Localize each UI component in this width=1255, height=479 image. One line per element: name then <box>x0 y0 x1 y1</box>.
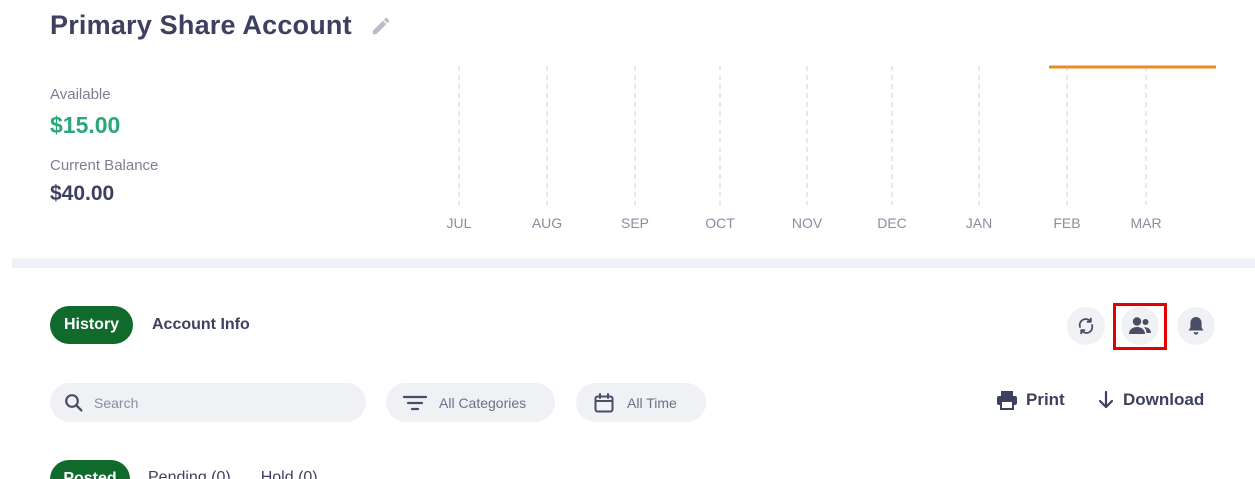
time-filter-label: All Time <box>627 394 677 411</box>
download-label: Download <box>1123 390 1205 409</box>
calendar-icon <box>594 392 614 413</box>
alerts-button[interactable] <box>1177 307 1215 345</box>
arrow-down-icon <box>1097 390 1115 410</box>
filter-icon <box>403 394 427 412</box>
chart-x-tick-label: NOV <box>792 215 823 231</box>
transaction-status-tabs: Posted Pending (0) Hold (0) <box>50 460 318 479</box>
search-icon <box>64 393 84 413</box>
transfer-arrows-icon <box>1074 314 1098 338</box>
transfer-button[interactable] <box>1067 307 1105 345</box>
tab-posted[interactable]: Posted <box>50 460 130 479</box>
tab-history[interactable]: History <box>50 306 133 344</box>
category-filter[interactable]: All Categories <box>386 383 555 422</box>
bell-icon <box>1186 315 1206 337</box>
chart-x-tick-label: SEP <box>621 215 649 231</box>
tab-account-info[interactable]: Account Info <box>152 316 250 334</box>
search-box[interactable]: Search <box>50 383 366 422</box>
chart-x-tick-label: DEC <box>877 215 907 231</box>
balance-chart: JUL AUG SEP OCT NOV DEC JAN FEB MAR <box>447 65 1216 231</box>
print-button[interactable]: Print <box>996 390 1065 410</box>
category-filter-label: All Categories <box>439 394 527 411</box>
chart-x-tick-label: MAR <box>1130 215 1161 231</box>
tab-hold[interactable]: Hold (0) <box>261 460 318 479</box>
search-placeholder[interactable]: Search <box>94 395 138 411</box>
chart-x-tick-label: AUG <box>532 215 562 231</box>
time-filter[interactable]: All Time <box>576 383 706 422</box>
chart-x-tick-label: JUL <box>447 215 472 231</box>
highlight-box <box>1113 303 1167 350</box>
tab-pending[interactable]: Pending (0) <box>148 460 231 479</box>
chart-x-tick-label: OCT <box>705 215 735 231</box>
chart-x-tick-label: JAN <box>966 215 992 231</box>
print-label: Print <box>1026 390 1065 409</box>
section-divider <box>12 258 1255 268</box>
printer-icon <box>996 390 1018 410</box>
account-tabs: History Account Info <box>50 306 250 344</box>
download-button[interactable]: Download <box>1097 390 1204 410</box>
chart-x-tick-label: FEB <box>1053 215 1080 231</box>
